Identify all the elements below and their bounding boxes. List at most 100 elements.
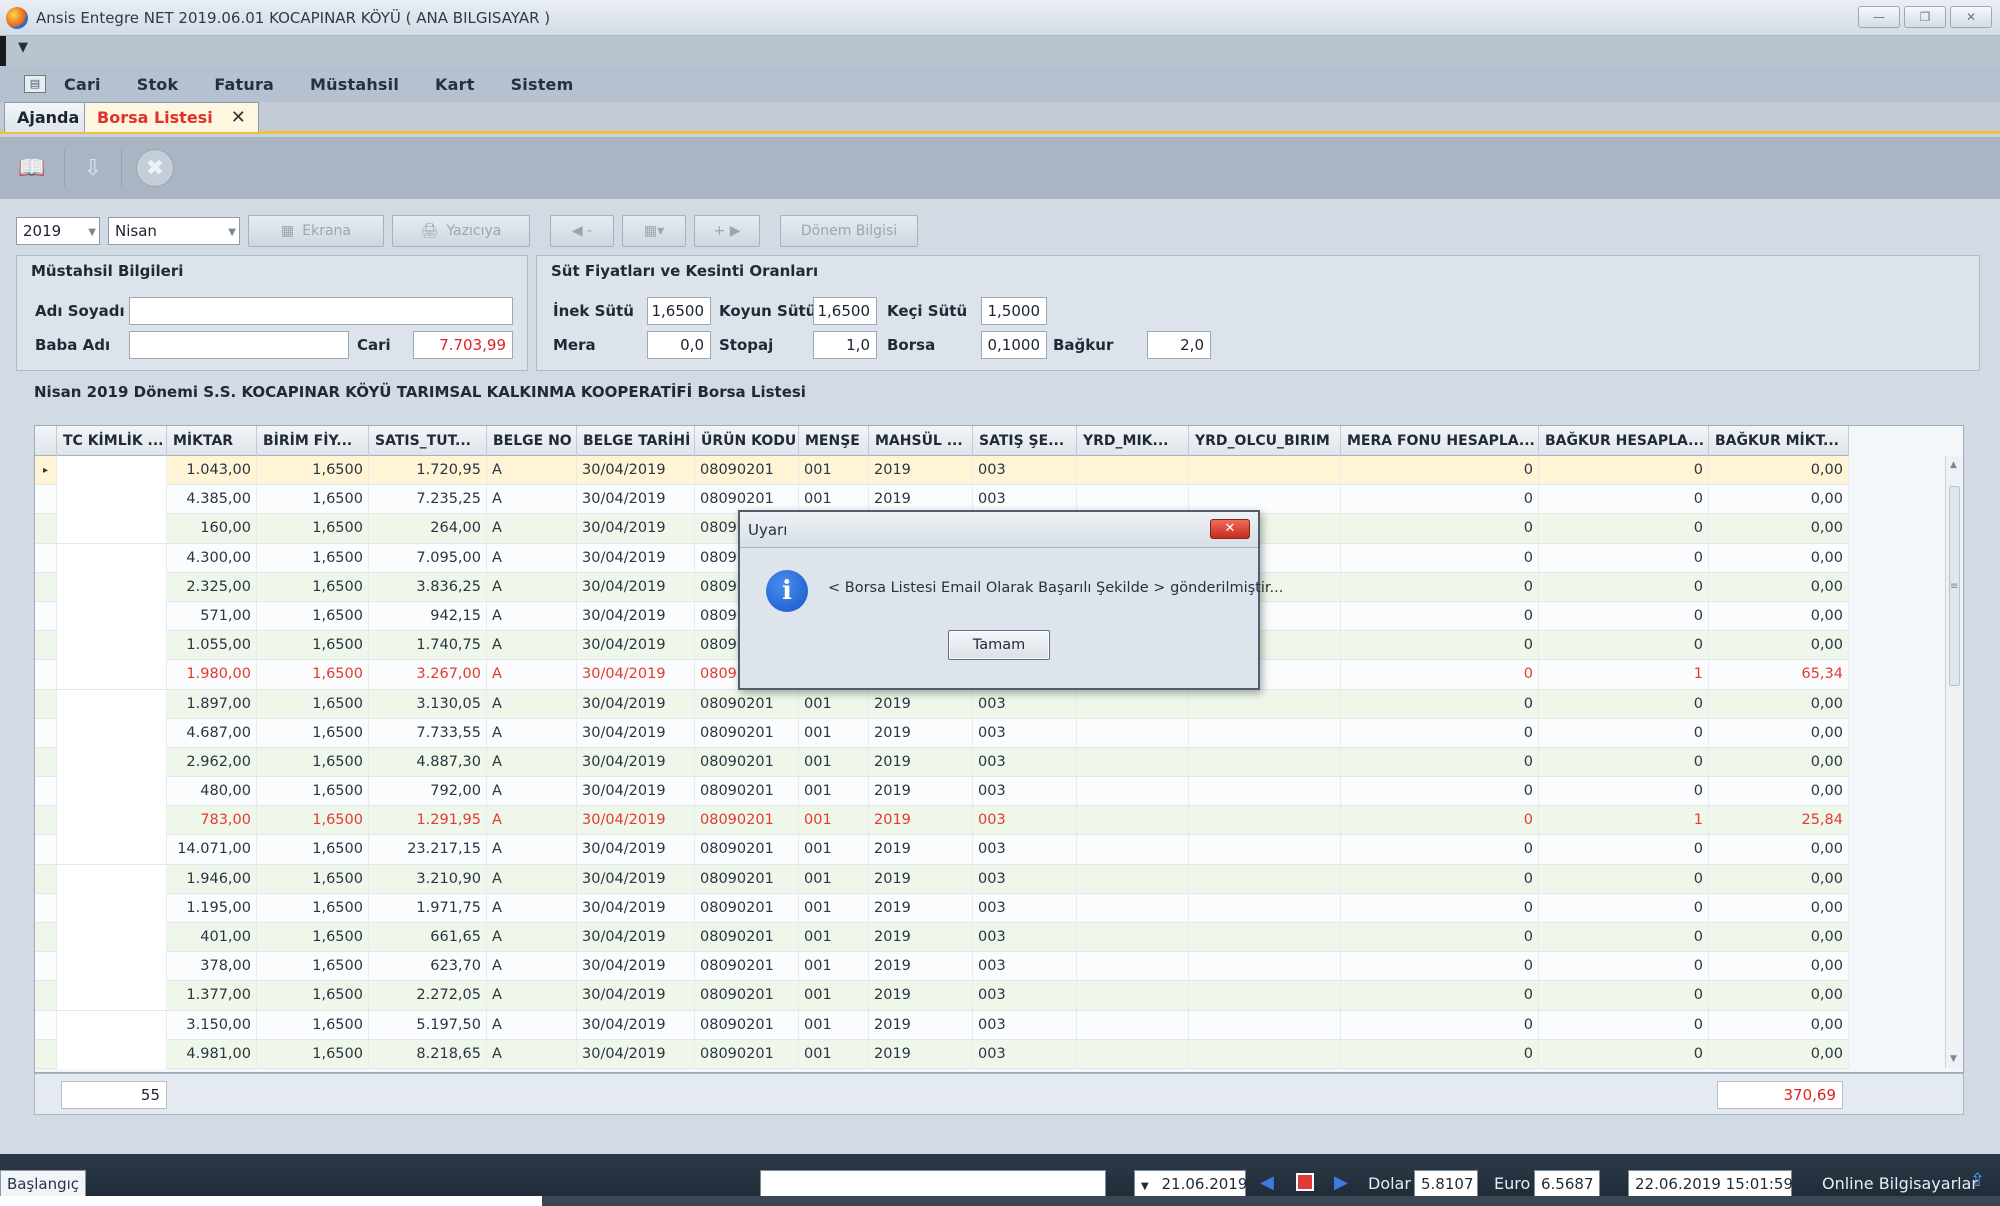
cell-yrd-olcu-birim[interactable]	[1189, 981, 1341, 1011]
cell-yrd-olcu-birim[interactable]	[1189, 689, 1341, 719]
col-bagkur-hesapla[interactable]: BAĞKUR HESAPLA...	[1539, 426, 1709, 456]
cell-birim-fiyat[interactable]: 1,6500	[257, 864, 369, 894]
cell-belge-no[interactable]: A	[487, 893, 577, 923]
cell-bagkur-hesapla[interactable]: 0	[1539, 485, 1709, 515]
cell-miktar[interactable]: 160,00	[167, 514, 257, 544]
cell-bagkur-miktar[interactable]: 0,00	[1709, 631, 1849, 661]
cell-miktar[interactable]: 1.043,00	[167, 456, 257, 485]
cell-urun-kodu[interactable]: 08090201	[695, 835, 799, 865]
cell-belge-no[interactable]: A	[487, 1039, 577, 1069]
cell-satis-sekli[interactable]: 003	[973, 893, 1077, 923]
cell-belge-tarihi[interactable]: 30/04/2019	[577, 456, 695, 485]
cell-satis-tutar[interactable]: 942,15	[369, 601, 487, 631]
cell-mahsul[interactable]: 2019	[869, 923, 973, 952]
cell-bagkur-miktar[interactable]: 0,00	[1709, 1039, 1849, 1069]
cell-miktar[interactable]: 1.946,00	[167, 864, 257, 894]
cell-yrd-olcu-birim[interactable]	[1189, 952, 1341, 982]
cell-bagkur-miktar[interactable]: 0,00	[1709, 777, 1849, 807]
cell-mense[interactable]: 001	[799, 1039, 869, 1069]
cell-yrd-miktar[interactable]	[1077, 777, 1189, 807]
scroll-up-icon[interactable]: ▲	[1950, 460, 1957, 470]
cell-mense[interactable]: 001	[799, 689, 869, 719]
col-mahsul[interactable]: MAHSÜL ...	[869, 426, 973, 456]
cell-bagkur-miktar[interactable]: 0,00	[1709, 718, 1849, 748]
cell-yrd-olcu-birim[interactable]	[1189, 456, 1341, 485]
cell-mera-fonu[interactable]: 0	[1341, 631, 1539, 661]
cell-yrd-olcu-birim[interactable]	[1189, 923, 1341, 952]
table-row[interactable]: 4.687,00 1,6500 7.733,55 A 30/04/2019 0809020…	[35, 718, 1849, 748]
cell-belge-no[interactable]: A	[487, 1010, 577, 1040]
cell-belge-no[interactable]: A	[487, 806, 577, 836]
cell-mense[interactable]: 001	[799, 456, 869, 485]
cell-yrd-miktar[interactable]	[1077, 718, 1189, 748]
table-row[interactable]: 2.962,00 1,6500 4.887,30 A 30/04/2019 0809020…	[35, 747, 1849, 778]
cell-satis-sekli[interactable]: 003	[973, 923, 1077, 952]
cell-bagkur-miktar[interactable]: 0,00	[1709, 485, 1849, 515]
cell-urun-kodu[interactable]: 08090201	[695, 981, 799, 1011]
previous-button[interactable]: ◀ -	[550, 215, 614, 247]
cell-bagkur-miktar[interactable]: 0,00	[1709, 601, 1849, 631]
cell-yrd-olcu-birim[interactable]	[1189, 1010, 1341, 1040]
cell-yrd-miktar[interactable]	[1077, 1039, 1189, 1069]
cell-birim-fiyat[interactable]: 1,6500	[257, 485, 369, 515]
cell-satis-tutar[interactable]: 3.267,00	[369, 660, 487, 690]
cell-birim-fiyat[interactable]: 1,6500	[257, 718, 369, 748]
cell-bagkur-hesapla[interactable]: 0	[1539, 601, 1709, 631]
cell-birim-fiyat[interactable]: 1,6500	[257, 777, 369, 807]
cell-miktar[interactable]: 401,00	[167, 923, 257, 952]
cell-mense[interactable]: 001	[799, 777, 869, 807]
cell-bagkur-hesapla[interactable]: 0	[1539, 835, 1709, 865]
cell-bagkur-hesapla[interactable]: 0	[1539, 456, 1709, 485]
start-button[interactable]: Başlangıç	[0, 1170, 86, 1198]
cell-mense[interactable]: 001	[799, 923, 869, 952]
cell-satis-sekli[interactable]: 003	[973, 864, 1077, 894]
cell-tc-kimlik[interactable]	[57, 456, 167, 485]
cell-tc-kimlik[interactable]	[57, 806, 167, 836]
menu-sistem[interactable]: Sistem	[511, 75, 574, 94]
cell-miktar[interactable]: 1.897,00	[167, 689, 257, 719]
cell-yrd-olcu-birim[interactable]	[1189, 893, 1341, 923]
cell-bagkur-miktar[interactable]: 0,00	[1709, 572, 1849, 602]
cell-tc-kimlik[interactable]	[57, 952, 167, 982]
cell-belge-no[interactable]: A	[487, 864, 577, 894]
donem-bilgisi-button[interactable]: Dönem Bilgisi	[780, 215, 918, 247]
cell-birim-fiyat[interactable]: 1,6500	[257, 747, 369, 777]
cell-birim-fiyat[interactable]: 1,6500	[257, 1039, 369, 1069]
cell-birim-fiyat[interactable]: 1,6500	[257, 543, 369, 573]
app-menu-icon[interactable]: ▤	[24, 75, 46, 93]
col-satis-sekli[interactable]: SATIŞ ŞE...	[973, 426, 1077, 456]
quick-access-dropdown-icon[interactable]: ▼	[18, 40, 28, 55]
cell-urun-kodu[interactable]: 08090201	[695, 1039, 799, 1069]
stopaj-field[interactable]: 1,0	[813, 331, 877, 359]
cell-bagkur-hesapla[interactable]: 0	[1539, 543, 1709, 573]
cell-yrd-miktar[interactable]	[1077, 835, 1189, 865]
cell-mera-fonu[interactable]: 0	[1341, 718, 1539, 748]
cell-belge-no[interactable]: A	[487, 747, 577, 777]
cell-belge-no[interactable]: A	[487, 923, 577, 952]
table-row[interactable]: 4.981,00 1,6500 8.218,65 A 30/04/2019 0809020…	[35, 1039, 1849, 1069]
tab-borsa-listesi[interactable]: Borsa Listesi ✕	[84, 102, 259, 132]
dialog-ok-button[interactable]: Tamam	[948, 630, 1050, 660]
cell-birim-fiyat[interactable]: 1,6500	[257, 514, 369, 544]
cell-bagkur-miktar[interactable]: 0,00	[1709, 543, 1849, 573]
cell-urun-kodu[interactable]: 08090201	[695, 923, 799, 952]
cell-satis-tutar[interactable]: 264,00	[369, 514, 487, 544]
cell-yrd-miktar[interactable]	[1077, 952, 1189, 982]
cell-bagkur-hesapla[interactable]: 0	[1539, 689, 1709, 719]
cell-yrd-olcu-birim[interactable]	[1189, 747, 1341, 777]
cell-tc-kimlik[interactable]	[57, 777, 167, 807]
cell-birim-fiyat[interactable]: 1,6500	[257, 835, 369, 865]
col-mense[interactable]: MENŞE	[799, 426, 869, 456]
cell-bagkur-hesapla[interactable]: 0	[1539, 1010, 1709, 1040]
cell-mahsul[interactable]: 2019	[869, 893, 973, 923]
cell-urun-kodu[interactable]: 08090201	[695, 718, 799, 748]
col-mera-fonu[interactable]: MERA FONU HESAPLA...	[1341, 426, 1539, 456]
table-row[interactable]: 401,00 1,6500 661,65 A 30/04/2019 08090201 001…	[35, 923, 1849, 953]
cell-satis-tutar[interactable]: 3.836,25	[369, 572, 487, 602]
cell-belge-tarihi[interactable]: 30/04/2019	[577, 806, 695, 836]
cell-belge-no[interactable]: A	[487, 514, 577, 544]
cell-miktar[interactable]: 378,00	[167, 952, 257, 982]
cell-tc-kimlik[interactable]	[57, 601, 167, 631]
cell-satis-sekli[interactable]: 003	[973, 747, 1077, 777]
yaziciya-button[interactable]: 🖨 Yazıcıya	[392, 215, 530, 247]
